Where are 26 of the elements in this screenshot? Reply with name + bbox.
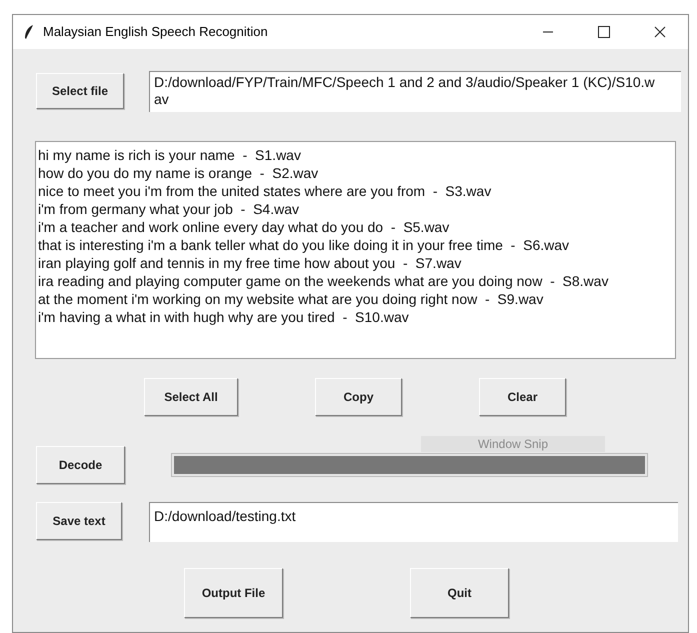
save-path-field[interactable]: D:/download/testing.txt	[149, 502, 678, 542]
close-icon	[654, 26, 666, 38]
action-button[interactable]: Quit	[410, 568, 509, 618]
select-file-button[interactable]: Select file	[36, 73, 124, 109]
result-line: nice to meet you i'm from the united states where are you from - S3.wav	[38, 182, 492, 200]
action-button[interactable]: Clear	[479, 378, 566, 416]
result-line: how do you do my name is orange - S2.wav	[38, 164, 320, 182]
result-line: i'm having a what in with hugh why are you tired - S10.wav	[38, 308, 410, 326]
action-button[interactable]: Copy	[315, 378, 402, 416]
save-text-button[interactable]: Save text	[36, 502, 122, 540]
result-line: ira reading and playing computer game on the weekends what are you doing now - S8.wav	[38, 272, 610, 290]
tooltip: Window Snip	[421, 436, 605, 452]
file-path-field[interactable]: D:/download/FYP/Train/MFC/Speech 1 and 2 and 3/audio/Speaker 1 (KC)/S10.wav	[149, 71, 681, 112]
action-button[interactable]: Output File	[184, 568, 283, 618]
result-line: that is interesting i'm a bank teller what do you like doing it in your free time - S6.wav	[38, 236, 570, 254]
decode-button[interactable]: Decode	[36, 446, 125, 484]
action-button[interactable]: Select All	[144, 378, 238, 416]
result-line: i'm from germany what your job - S4.wav	[38, 200, 300, 218]
window-title: Malaysian English Speech Recognition	[43, 23, 268, 42]
results-text-area[interactable]	[35, 141, 676, 359]
result-line: i'm a teacher and work online every day what do you do - S5.wav	[38, 218, 450, 236]
maximize-icon	[598, 26, 610, 38]
result-line: hi my name is rich is your name - S1.wav	[38, 146, 302, 164]
result-line: iran playing golf and tennis in my free time how about you - S7.wav	[38, 254, 462, 272]
result-line: at the moment i'm working on my website what are you doing right now - S9.wav	[38, 290, 544, 308]
feather-icon	[23, 24, 35, 40]
